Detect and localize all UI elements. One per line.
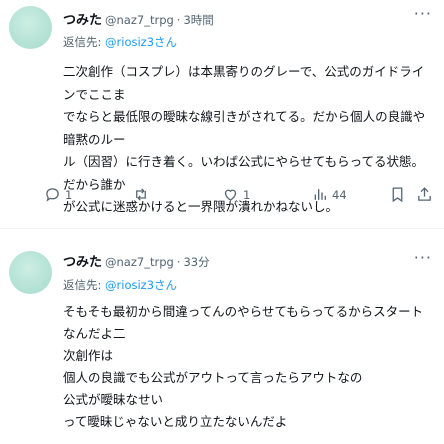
text-line: 個人の良識でも公式がアウトって言ったらアウトなの bbox=[63, 370, 363, 385]
reply-suffix: さん bbox=[154, 278, 178, 292]
tweet-text: そもそも最初から間違ってんのやらせてもらってるからスタートなんだよ二 次創作は … bbox=[63, 301, 435, 433]
tweet-header: つみた @naz7_trpg · 33分 bbox=[63, 251, 210, 270]
reply-prefix: 返信先: bbox=[63, 278, 102, 292]
display-name[interactable]: つみた bbox=[63, 251, 102, 270]
text-line: 公式が曖昧なせい bbox=[63, 392, 164, 407]
more-icon[interactable]: ··· bbox=[414, 248, 432, 267]
text-line: 次創作は bbox=[63, 348, 114, 363]
reply-to: 返信先: @riosiz3さん bbox=[63, 277, 177, 293]
reply-handle-link[interactable]: @riosiz3 bbox=[105, 278, 154, 292]
user-handle[interactable]: @naz7_trpg bbox=[105, 255, 174, 269]
text-line: そもそも最初から間違ってんのやらせてもらってるからスタートなんだよ二 bbox=[63, 304, 424, 341]
avatar[interactable] bbox=[9, 251, 52, 294]
separator-dot: · bbox=[176, 255, 181, 269]
tweet[interactable]: つみた @naz7_trpg · 33分 ··· 返信先: @riosiz3さん… bbox=[0, 0, 444, 444]
timestamp[interactable]: 33分 bbox=[183, 254, 209, 270]
text-line: って曖昧じゃないと成り立たないんだよ bbox=[63, 414, 288, 429]
